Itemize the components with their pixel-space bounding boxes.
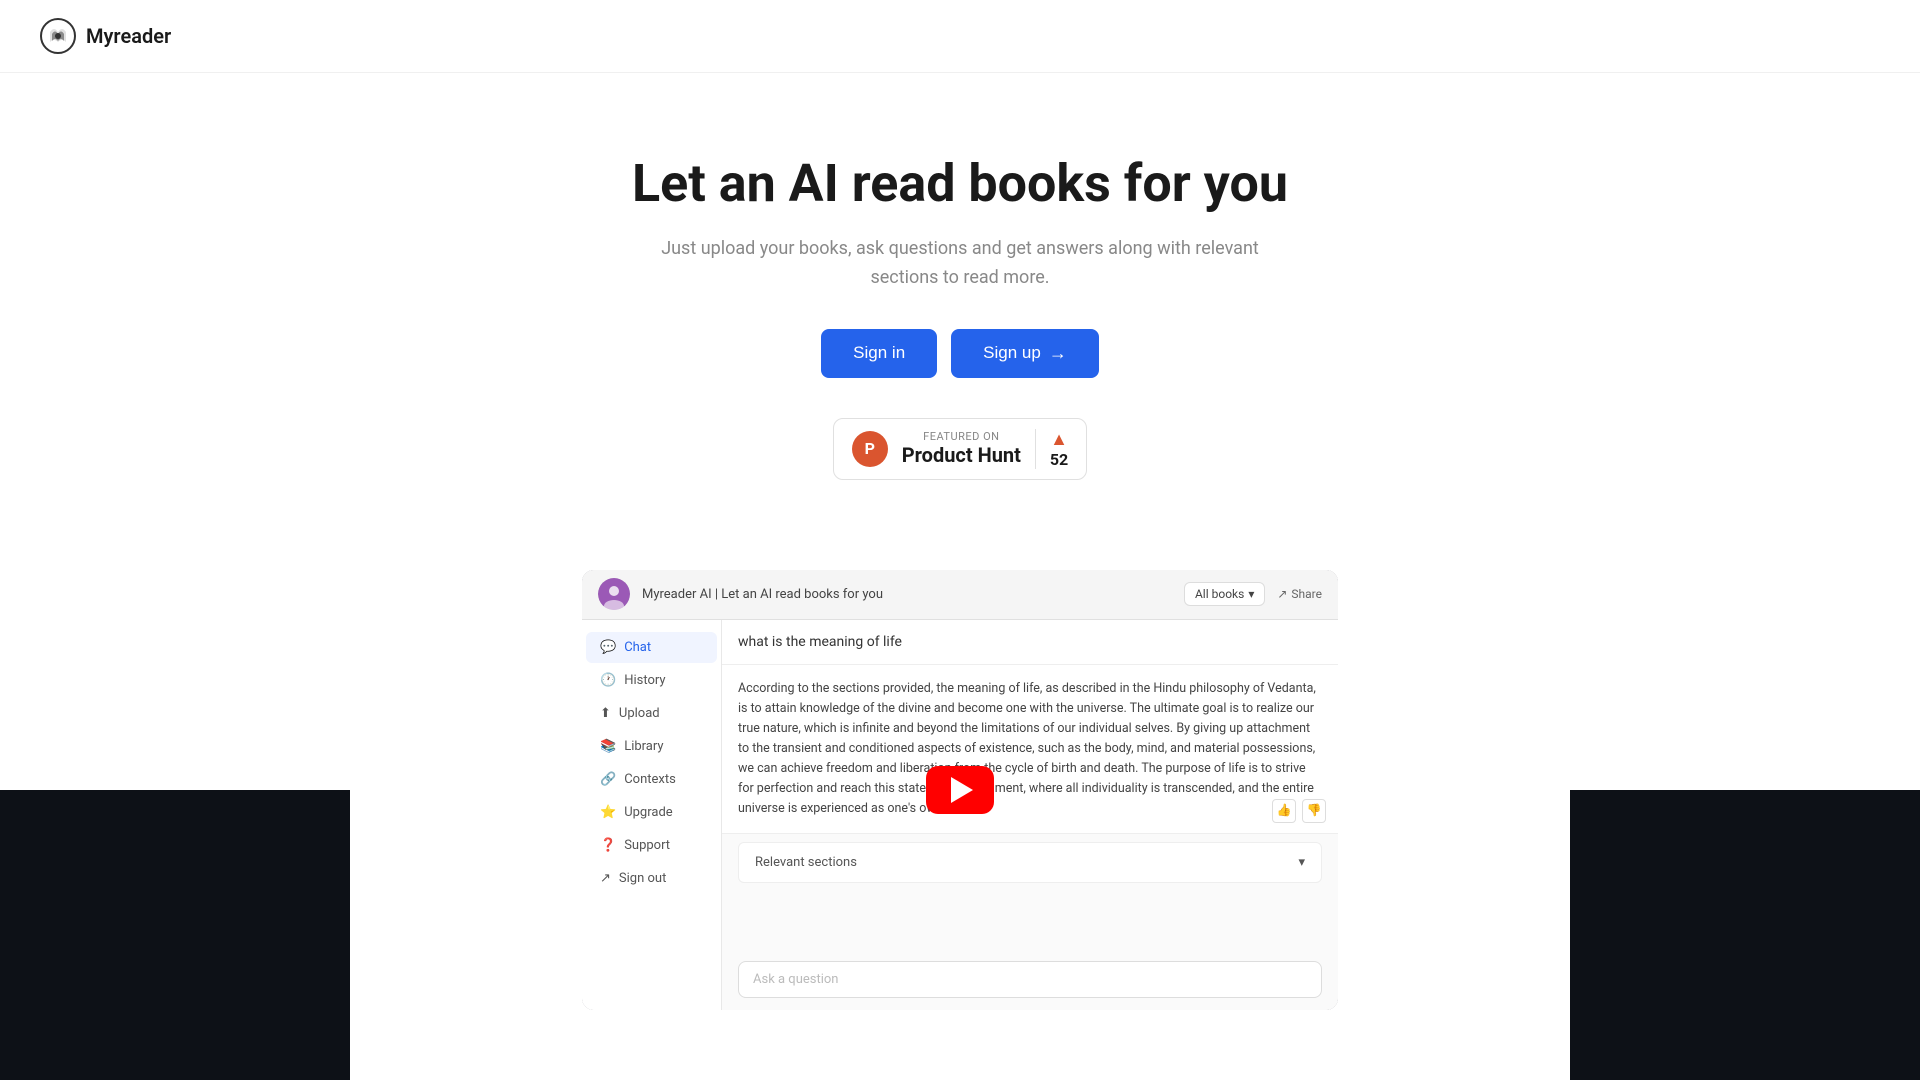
sidebar-label-history: History — [624, 673, 665, 688]
share-label: Share — [1291, 587, 1322, 601]
all-books-dropdown[interactable]: All books ▾ — [1184, 582, 1265, 606]
hero-subtitle: Just upload your books, ask questions an… — [660, 235, 1260, 293]
chat-icon: 💬 — [600, 640, 616, 655]
upgrade-icon: ⭐ — [600, 805, 616, 820]
thumbs-down-icon[interactable]: 👎 — [1302, 799, 1326, 823]
sidebar-item-history[interactable]: 🕐 History — [586, 665, 717, 696]
video-topbar: Myreader AI | Let an AI read books for y… — [582, 570, 1338, 620]
product-hunt-text: FEATURED ON Product Hunt — [902, 430, 1021, 467]
relevant-sections[interactable]: Relevant sections ▾ — [738, 842, 1322, 883]
play-button-bg — [926, 766, 994, 814]
sidebar-item-signout[interactable]: ↗ Sign out — [586, 863, 717, 894]
chevron-down-sections-icon: ▾ — [1298, 855, 1305, 870]
thumbs-up-icon[interactable]: 👍 — [1272, 799, 1296, 823]
signup-button[interactable]: Sign up → — [951, 329, 1099, 378]
library-icon: 📚 — [600, 739, 616, 754]
product-hunt-logo: P — [852, 431, 888, 467]
relevant-sections-label: Relevant sections — [755, 855, 857, 870]
answer-text: According to the sections provided, the … — [738, 681, 1316, 816]
bottom-left-dark — [0, 790, 350, 1080]
sidebar-item-upgrade[interactable]: ⭐ Upgrade — [586, 797, 717, 828]
sidebar-item-chat[interactable]: 💬 Chat — [586, 632, 717, 663]
logo-icon — [40, 18, 76, 54]
hero-title: Let an AI read books for you — [632, 153, 1288, 215]
ask-input[interactable]: Ask a question — [738, 961, 1322, 998]
answer-box: According to the sections provided, the … — [722, 665, 1338, 834]
signup-label: Sign up — [983, 343, 1041, 363]
sidebar-label-contexts: Contexts — [624, 772, 676, 787]
sidebar-label-chat: Chat — [624, 640, 651, 655]
share-button[interactable]: ↗ Share — [1277, 587, 1322, 601]
sidebar-item-contexts[interactable]: 🔗 Contexts — [586, 764, 717, 795]
question-box: what is the meaning of life — [722, 620, 1338, 665]
logo-text: Myreader — [86, 24, 171, 48]
youtube-play-button[interactable] — [926, 766, 994, 814]
header: Myreader — [0, 0, 1920, 73]
contexts-icon: 🔗 — [600, 772, 616, 787]
video-wrapper: Myreader AI | Let an AI read books for y… — [582, 570, 1338, 1010]
share-icon: ↗ — [1277, 587, 1287, 601]
sidebar-label-signout: Sign out — [619, 871, 666, 886]
app-main: what is the meaning of life According to… — [722, 620, 1338, 1010]
all-books-label: All books — [1195, 587, 1244, 601]
play-triangle-icon — [951, 777, 973, 803]
sidebar-label-support: Support — [624, 838, 670, 853]
bottom-right-dark — [1570, 790, 1920, 1080]
sidebar-item-upload[interactable]: ⬆ Upload — [586, 698, 717, 729]
app-preview: Myreader AI | Let an AI read books for y… — [582, 570, 1338, 1010]
app-sidebar: 💬 Chat 🕐 History ⬆ Upload 📚 Library — [582, 620, 722, 1010]
product-hunt-count: 52 — [1050, 450, 1068, 469]
arrow-icon: → — [1049, 343, 1067, 364]
channel-avatar — [598, 578, 630, 610]
signin-button[interactable]: Sign in — [821, 329, 937, 378]
hero-section: Let an AI read books for you Just upload… — [0, 73, 1920, 570]
upload-icon: ⬆ — [600, 706, 611, 721]
signout-icon: ↗ — [600, 871, 611, 886]
sidebar-item-library[interactable]: 📚 Library — [586, 731, 717, 762]
support-icon: ❓ — [600, 838, 616, 853]
chevron-down-icon: ▾ — [1248, 587, 1254, 601]
answer-actions: 👍 👎 — [1272, 799, 1326, 823]
logo-area: Myreader — [40, 18, 171, 54]
product-hunt-badge[interactable]: P FEATURED ON Product Hunt ▲ 52 — [833, 418, 1087, 480]
product-hunt-name: Product Hunt — [902, 443, 1021, 467]
sidebar-label-upgrade: Upgrade — [624, 805, 672, 820]
product-hunt-count-area: ▲ 52 — [1035, 429, 1068, 469]
ask-placeholder: Ask a question — [753, 972, 838, 987]
sidebar-label-library: Library — [624, 739, 663, 754]
upvote-icon: ▲ — [1050, 429, 1068, 450]
video-title: Myreader AI | Let an AI read books for y… — [642, 587, 1172, 602]
hero-buttons: Sign in Sign up → — [821, 329, 1099, 378]
sidebar-item-support[interactable]: ❓ Support — [586, 830, 717, 861]
video-top-right: All books ▾ ↗ Share — [1184, 582, 1322, 606]
sidebar-label-upload: Upload — [619, 706, 660, 721]
product-hunt-featured-label: FEATURED ON — [902, 430, 1021, 443]
history-icon: 🕐 — [600, 673, 616, 688]
